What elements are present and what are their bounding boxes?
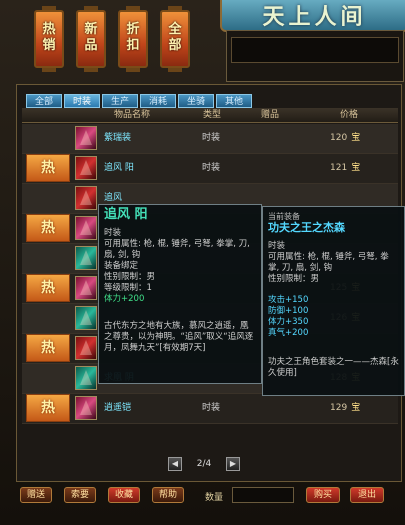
request-button[interactable]: 索要	[64, 487, 96, 503]
category-label: 新品	[84, 22, 98, 53]
buy-button[interactable]: 购买	[306, 487, 340, 503]
category-hot-button[interactable]: 热销	[34, 6, 64, 72]
hot-badge: 热	[26, 214, 70, 242]
tab-fashion[interactable]: 时装	[64, 94, 100, 108]
table-row[interactable]: 紫瑞装 时装 120 宝	[22, 124, 398, 154]
tooltip-bound: 装备绑定	[104, 261, 139, 271]
price-currency: 宝	[351, 403, 361, 413]
col-name: 物品名称	[113, 110, 150, 120]
item-icon[interactable]	[75, 186, 97, 210]
hot-badge: 热	[26, 394, 70, 422]
category-label: 全部	[168, 22, 182, 53]
hot-badge-label: 热	[41, 340, 55, 356]
col-type: 类型	[202, 110, 221, 120]
favorite-button[interactable]: 收藏	[108, 487, 140, 503]
col-gift: 赠品	[260, 110, 279, 120]
item-icon[interactable]	[75, 246, 97, 270]
help-button[interactable]: 帮助	[152, 487, 184, 503]
tab-production[interactable]: 生产	[102, 94, 138, 108]
next-page-button[interactable]: ▶	[226, 457, 240, 471]
tooltip-description: 古代东方之地有大族，慕风之逍遥，凰之尊贵，以为神明。“追风”取义“追风逐月，凤舞…	[104, 321, 254, 353]
item-type: 时装	[202, 133, 221, 143]
current-type: 时装	[268, 241, 286, 251]
current-stat-defense: 防御+100	[268, 306, 309, 316]
tab-all[interactable]: 全部	[26, 94, 62, 108]
item-icon[interactable]	[75, 126, 97, 150]
shop-title: 天上人间	[262, 4, 367, 30]
item-price: 120 宝	[330, 124, 360, 152]
category-label: 热销	[42, 22, 56, 53]
tooltip-type: 时装	[104, 228, 122, 238]
hot-badge-label: 热	[41, 280, 55, 296]
item-name: 紫瑞装	[104, 133, 132, 143]
exit-button[interactable]: 退出	[350, 487, 384, 503]
price-value: 121	[330, 163, 348, 173]
tooltip-gender: 性别限制：男	[104, 272, 156, 282]
price-currency: 宝	[351, 163, 361, 173]
item-type: 时装	[202, 163, 221, 173]
hot-badge: 热	[26, 334, 70, 362]
item-icon[interactable]	[75, 276, 97, 300]
current-stat-attack: 攻击+150	[268, 295, 309, 305]
price-value: 120	[330, 133, 348, 143]
table-header: 物品名称 类型 赠品 价格	[22, 108, 398, 123]
item-tooltip: 追风 阳 时装 可用属性: 枪, 棍, 锤斧, 弓弩, 拳掌, 刀, 扇, 剑,…	[98, 204, 262, 384]
item-price: 121 宝	[330, 154, 360, 182]
shop-window: 天上人间 热销 新品 折扣 全部 全部 时装 生产 消耗 坐骑 其他 物品名称 …	[0, 0, 405, 525]
tab-consumable[interactable]: 消耗	[140, 94, 176, 108]
price-currency: 宝	[351, 133, 361, 143]
item-icon[interactable]	[75, 216, 97, 240]
hot-badge: 热	[26, 154, 70, 182]
info-field	[231, 37, 399, 63]
item-icon[interactable]	[75, 306, 97, 330]
category-discount-button[interactable]: 折扣	[118, 6, 148, 72]
price-value: 129	[330, 403, 348, 413]
current-stat-stamina: 体力+350	[268, 317, 309, 327]
current-title: 功夫之王之杰森	[268, 221, 345, 234]
table-row[interactable]: 热 追风 阳 时装 121 宝	[22, 154, 398, 184]
current-description: 功夫之王角色套装之一——杰森[永久使用]	[268, 357, 399, 378]
page-indicator: 2/4	[196, 459, 212, 469]
tab-mount[interactable]: 坐骑	[178, 94, 214, 108]
hot-badge-label: 热	[41, 220, 55, 236]
item-icon[interactable]	[75, 336, 97, 360]
category-new-button[interactable]: 新品	[76, 6, 106, 72]
quantity-input[interactable]	[232, 487, 294, 503]
hot-badge-label: 热	[41, 160, 55, 176]
category-label: 折扣	[126, 22, 140, 53]
tooltip-level: 等级限制：1	[104, 283, 152, 293]
info-panel	[226, 30, 404, 82]
quantity-label: 数量	[205, 493, 224, 503]
item-icon[interactable]	[75, 396, 97, 420]
current-stat-energy: 真气+200	[268, 328, 309, 338]
col-price: 价格	[339, 110, 358, 120]
item-price: 129 宝	[330, 394, 360, 422]
item-icon[interactable]	[75, 366, 97, 390]
current-gender: 性别限制：男	[268, 274, 320, 284]
hot-badge: 热	[26, 274, 70, 302]
item-type: 时装	[202, 403, 221, 413]
current-usable: 可用属性: 枪, 棍, 锤斧, 弓弩, 拳掌, 刀, 扇, 剑, 钩	[268, 252, 389, 273]
prev-page-button[interactable]: ◀	[168, 457, 182, 471]
category-all-button[interactable]: 全部	[160, 6, 190, 72]
gift-button[interactable]: 赠送	[20, 487, 52, 503]
title-banner: 天上人间	[220, 0, 405, 32]
current-equipment-tooltip: 当前装备 功夫之王之杰森 时装 可用属性: 枪, 棍, 锤斧, 弓弩, 拳掌, …	[262, 206, 405, 396]
table-row[interactable]: 热 逍遥铠 时装 129 宝	[22, 394, 398, 424]
item-name: 追风 阳	[104, 163, 134, 173]
tooltip-stat: 体力+200	[104, 294, 145, 304]
tooltip-usable: 可用属性: 枪, 棍, 锤斧, 弓弩, 拳掌, 刀, 扇, 剑, 钩	[104, 239, 250, 260]
tab-other[interactable]: 其他	[216, 94, 252, 108]
tooltip-title: 追风 阳	[104, 207, 148, 222]
hot-badge-label: 热	[41, 400, 55, 416]
item-name: 逍遥铠	[104, 403, 132, 413]
pager: ◀ 2/4 ▶	[168, 457, 240, 471]
item-icon[interactable]	[75, 156, 97, 180]
